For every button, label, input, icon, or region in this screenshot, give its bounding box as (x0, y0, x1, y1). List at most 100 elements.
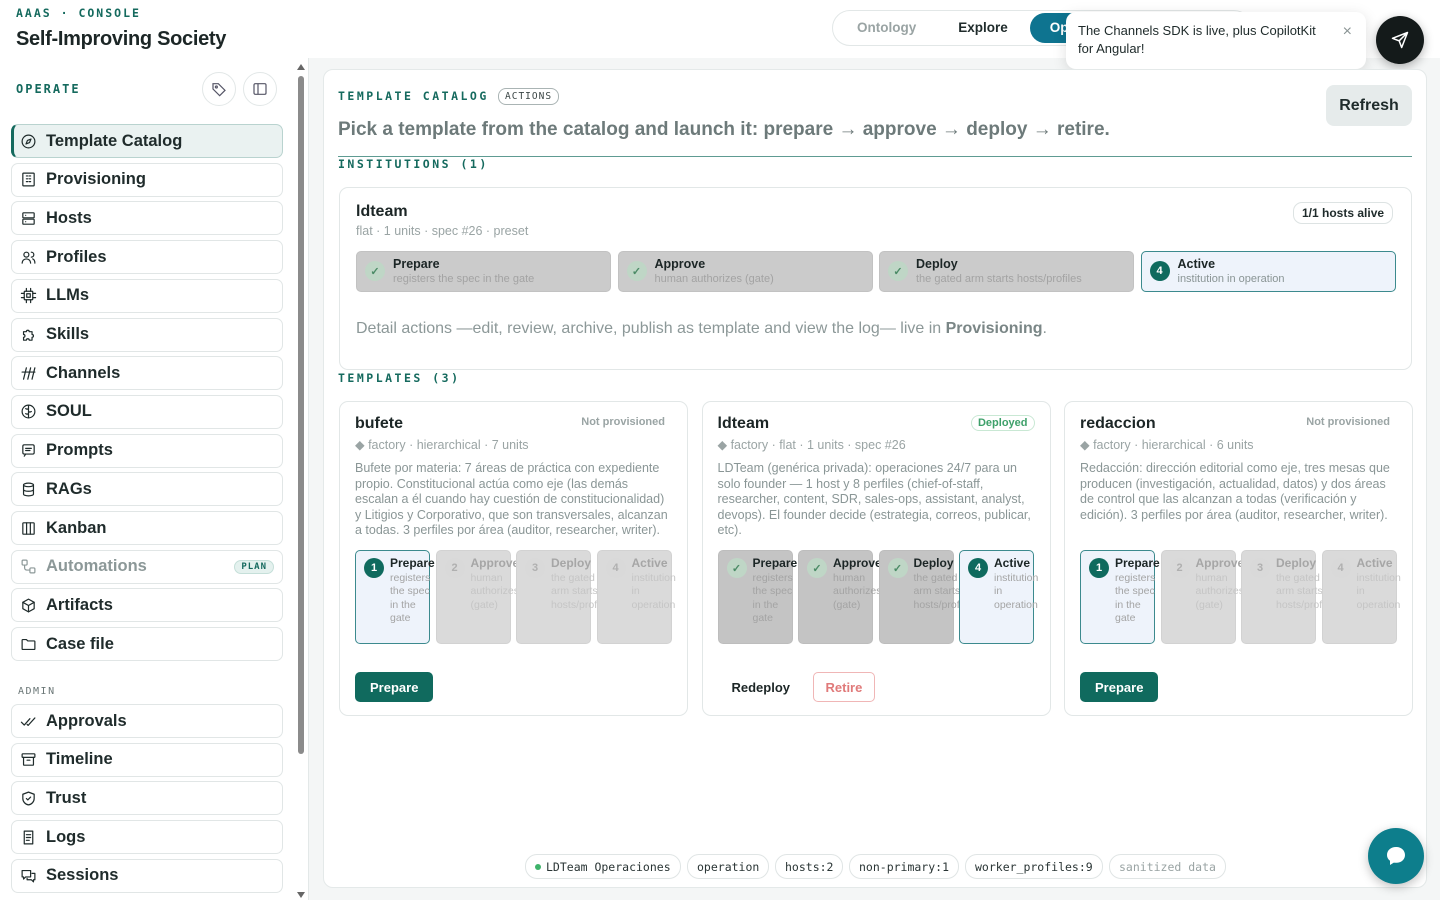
stage-status-icon: 4 (968, 558, 988, 578)
institution-name: ldteam (356, 203, 408, 220)
sidebar-item-label: Prompts (46, 441, 113, 460)
stage-status-icon: ✓ (365, 261, 385, 281)
stage-name: Deploy (1276, 556, 1317, 570)
divider (338, 156, 1412, 157)
template-card-ldteam: ldteam ◆ factory · flat · 1 units · spec … (701, 401, 1051, 716)
sidebar-item-label: Sessions (46, 866, 119, 885)
prepare-button[interactable]: Prepare (1080, 672, 1159, 702)
nav-ontology[interactable]: Ontology (837, 13, 936, 43)
stage-deploy: ✓ Deploy the gated arm starts hosts/profil… (878, 550, 975, 644)
institution-meta: flat · 1 units · spec #26 · preset (356, 224, 529, 238)
sidebar-item-llms[interactable]: LLMs (11, 278, 283, 313)
stage-prepare: 1 Prepare registers the spec in the gate (1080, 550, 1160, 644)
stage-name: Deploy (551, 556, 592, 570)
stage-status-icon: 2 (444, 558, 465, 578)
template-name: ldteam (717, 415, 770, 432)
stage-name: Prepare (390, 556, 435, 570)
stage-name: Approve (1195, 556, 1245, 570)
copilot-launcher-button[interactable] (1376, 16, 1424, 64)
page-title: TEMPLATE CATALOG (338, 89, 489, 103)
retire-button[interactable]: Retire (812, 672, 876, 702)
stage-approve: 2 Approve human authorizes (gate) (1160, 550, 1244, 644)
stage-status-icon: ✓ (887, 558, 908, 578)
stage-prepare: ✓ Prepare registers the spec in the gate (717, 550, 797, 644)
sidebar-item-kanban[interactable]: Kanban (11, 511, 283, 545)
sidebar-item-automations[interactable]: Automations PLAN (11, 549, 283, 584)
sidebar-item-provisioning[interactable]: Provisioning (11, 162, 283, 197)
stage-name: Active (994, 556, 1031, 570)
stage-desc: human authorizes (gate) (654, 273, 774, 285)
collapse-sidebar-button[interactable] (243, 72, 277, 106)
sidebar-item-skills[interactable]: Skills (11, 317, 283, 352)
close-icon[interactable]: × (1343, 23, 1352, 41)
chat-launcher-button[interactable] (1368, 828, 1424, 884)
sidebar-scrollbar[interactable] (296, 64, 306, 900)
stage-prepare: ✓ Prepare registers the spec in the gate (356, 251, 611, 292)
sidebar-item-timeline[interactable]: Timeline (11, 742, 283, 777)
sidebar-item-soul[interactable]: SOUL (11, 394, 283, 429)
sidebar-item-prompts[interactable]: Prompts (11, 433, 283, 468)
shield-icon (20, 790, 37, 807)
detail-note: Detail actions —edit, review, archive, p… (356, 320, 1047, 338)
status-badge: Not provisioned (1306, 416, 1390, 428)
stage-status-icon: ✓ (726, 558, 747, 578)
announcement-toast: The Channels SDK is live, plus CopilotKi… (1066, 12, 1366, 69)
sidebar-item-label: Approvals (46, 711, 127, 730)
template-card-redaccion: redaccion ◆ factory · hierarchical · 6 un… (1064, 401, 1413, 716)
stage-status-icon: ✓ (807, 558, 827, 578)
stage-active: 4 Active institution in operation (1321, 550, 1401, 644)
stage-desc: the gated arm starts hosts/profiles (1276, 572, 1338, 611)
chip-label: LDTeam Operaciones (546, 859, 671, 874)
provisioning-link[interactable]: Provisioning (946, 320, 1043, 337)
workflow-icon (20, 558, 37, 575)
context-chip: worker_profiles:9 (965, 854, 1103, 879)
stage-name: Prepare (393, 257, 440, 271)
message-icon (20, 442, 37, 459)
sidebar-item-logs[interactable]: Logs (11, 820, 283, 855)
stage-status-icon: 4 (605, 558, 626, 578)
sidebar-item-case-file[interactable]: Case file (11, 627, 283, 662)
check-double-icon (20, 713, 37, 730)
sidebar-item-sessions[interactable]: Sessions (11, 858, 283, 893)
sidebar-item-trust[interactable]: Trust (11, 781, 283, 816)
institution-card: ldteam flat · 1 units · spec #26 · prese… (339, 187, 1412, 370)
tag-button[interactable] (202, 72, 236, 106)
template-description: Bufete por materia: 7 áreas de práctica … (355, 461, 668, 537)
sidebar-item-hosts[interactable]: Hosts (11, 201, 283, 236)
signal-icon (20, 365, 37, 382)
stage-deploy: ✓ Deploy the gated arm starts hosts/profil… (879, 251, 1134, 292)
scroll-down-arrow[interactable] (297, 892, 305, 898)
server-icon (20, 210, 37, 227)
nav-explore[interactable]: Explore (938, 13, 1028, 43)
template-name: redaccion (1080, 415, 1156, 432)
top-header: AAAS · CONSOLE Self-Improving Society On… (0, 0, 1440, 69)
sidebar-item-label: Profiles (46, 247, 107, 266)
panel-left-icon (253, 83, 267, 95)
sidebar-item-approvals[interactable]: Approvals (11, 704, 283, 738)
console-label: AAAS · CONSOLE (16, 6, 141, 20)
users-icon (20, 249, 37, 266)
sidebar-item-rags[interactable]: RAGs (11, 472, 283, 507)
stage-name: Approve (470, 556, 520, 570)
refresh-button[interactable]: Refresh (1326, 85, 1412, 126)
operate-section-title: OPERATE (16, 82, 81, 96)
sidebar: OPERATE Template Catalog Provisioning Host… (0, 58, 309, 900)
stage-desc: institution in operation (631, 572, 676, 611)
folder-icon (20, 636, 37, 653)
stage-name: Active (1177, 257, 1216, 271)
scroll-up-arrow[interactable] (297, 64, 305, 70)
prepare-button[interactable]: Prepare (355, 672, 434, 702)
sidebar-item-profiles[interactable]: Profiles (11, 240, 283, 275)
stage-status-icon: 4 (1149, 261, 1170, 281)
redeploy-button[interactable]: Redeploy (718, 672, 805, 702)
stage-status-icon: 1 (1089, 558, 1109, 578)
sidebar-item-label: Kanban (46, 518, 107, 537)
sidebar-item-channels[interactable]: Channels (11, 356, 283, 391)
building-icon (20, 171, 37, 188)
stage-status-icon: 2 (1169, 558, 1190, 578)
stage-name: Deploy (916, 257, 958, 271)
scroll-thumb[interactable] (298, 76, 304, 754)
sidebar-item-artifacts[interactable]: Artifacts (11, 588, 283, 623)
sidebar-item-template-catalog[interactable]: Template Catalog (11, 124, 283, 158)
sidebar-item-label: Timeline (46, 750, 113, 769)
